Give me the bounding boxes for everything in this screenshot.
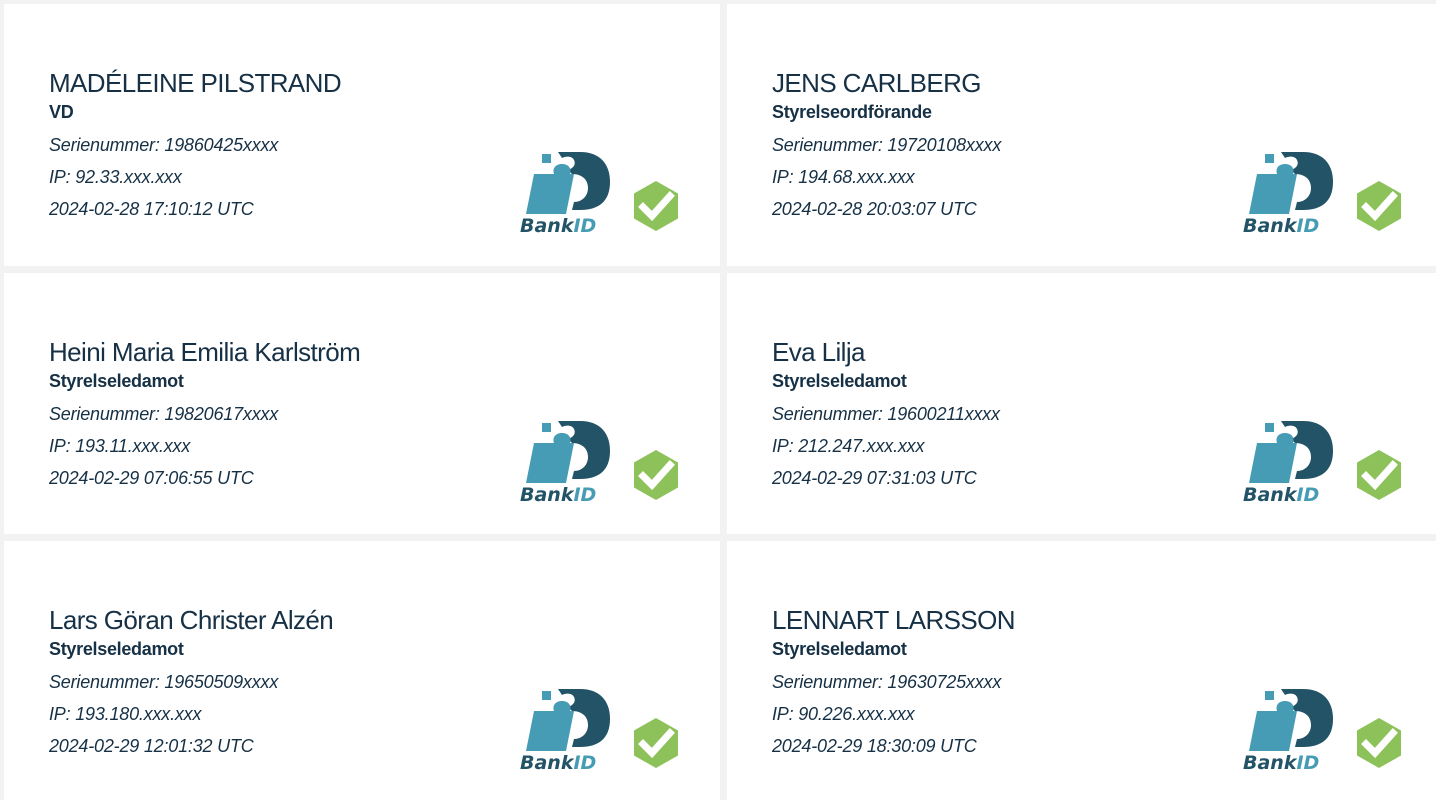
bankid-logo-text: BankID xyxy=(520,752,596,771)
signer-role: Styrelseledamot xyxy=(49,639,184,659)
signature-card: LENNART LARSSON Styrelseledamot Serienum… xyxy=(727,541,1436,800)
signer-timestamp: 2024-02-29 12:01:32 UTC xyxy=(49,736,254,756)
bankid-logo-text: BankID xyxy=(1243,484,1319,503)
bankid-logo: BankID xyxy=(1243,152,1333,234)
verified-check-icon xyxy=(1357,718,1401,768)
signer-ip: IP: 193.11.xxx.xxx xyxy=(49,436,191,456)
signer-info: Heini Maria Emilia Karlström Styrelseled… xyxy=(49,337,361,494)
verified-check-icon xyxy=(1357,181,1401,231)
signer-ip: IP: 194.68.xxx.xxx xyxy=(772,167,915,187)
signer-role: Styrelseordförande xyxy=(772,102,932,122)
signer-role: Styrelseledamot xyxy=(772,639,907,659)
signer-serial-number: Serienummer: 19820617xxxx xyxy=(49,404,279,424)
signer-info: MADÉLEINE PILSTRAND VD Serienummer: 1986… xyxy=(49,68,342,225)
bankid-logo-text: BankID xyxy=(1243,752,1319,771)
signer-timestamp: 2024-02-29 07:31:03 UTC xyxy=(772,468,977,488)
signature-card: Heini Maria Emilia Karlström Styrelseled… xyxy=(4,273,720,534)
signer-timestamp: 2024-02-28 20:03:07 UTC xyxy=(772,199,977,219)
bankid-logo-text: BankID xyxy=(520,484,596,503)
signer-serial-number: Serienummer: 19630725xxxx xyxy=(772,672,1002,692)
signer-name: JENS CARLBERG xyxy=(772,68,982,98)
signature-card: JENS CARLBERG Styrelseordförande Serienu… xyxy=(727,4,1436,266)
signer-info: Eva Lilja Styrelseledamot Serienummer: 1… xyxy=(772,337,1000,494)
verified-check-icon xyxy=(634,450,678,500)
signer-name: Lars Göran Christer Alzén xyxy=(49,605,334,635)
signer-timestamp: 2024-02-28 17:10:12 UTC xyxy=(49,199,254,219)
signer-info: LENNART LARSSON Styrelseledamot Serienum… xyxy=(772,605,1016,762)
signer-ip: IP: 90.226.xxx.xxx xyxy=(772,704,915,724)
signature-card: Eva Lilja Styrelseledamot Serienummer: 1… xyxy=(727,273,1436,534)
verified-check-icon xyxy=(1357,450,1401,500)
signatures-grid: MADÉLEINE PILSTRAND VD Serienummer: 1986… xyxy=(0,0,1436,800)
signature-card: Lars Göran Christer Alzén Styrelseledamo… xyxy=(4,541,720,800)
signer-info: Lars Göran Christer Alzén Styrelseledamo… xyxy=(49,605,334,762)
bankid-logo: BankID xyxy=(1243,689,1333,771)
signer-serial-number: Serienummer: 19600211xxxx xyxy=(772,404,1000,424)
signer-info: JENS CARLBERG Styrelseordförande Serienu… xyxy=(772,68,1001,225)
bankid-logo: BankID xyxy=(520,152,610,234)
bankid-logo: BankID xyxy=(520,689,610,771)
signer-ip: IP: 193.180.xxx.xxx xyxy=(49,704,202,724)
signer-ip: IP: 92.33.xxx.xxx xyxy=(49,167,182,187)
bankid-logo: BankID xyxy=(520,421,610,503)
signer-name: LENNART LARSSON xyxy=(772,605,1016,635)
signer-role: Styrelseledamot xyxy=(49,371,184,391)
signer-timestamp: 2024-02-29 18:30:09 UTC xyxy=(772,736,977,756)
signer-role: VD xyxy=(49,102,74,122)
signer-serial-number: Serienummer: 19650509xxxx xyxy=(49,672,279,692)
signer-ip: IP: 212.247.xxx.xxx xyxy=(772,436,925,456)
signer-serial-number: Serienummer: 19720108xxxx xyxy=(772,135,1002,155)
signer-name: MADÉLEINE PILSTRAND xyxy=(49,68,342,98)
signer-timestamp: 2024-02-29 07:06:55 UTC xyxy=(49,468,254,488)
signer-role: Styrelseledamot xyxy=(772,371,907,391)
signer-serial-number: Serienummer: 19860425xxxx xyxy=(49,135,279,155)
signer-name: Heini Maria Emilia Karlström xyxy=(49,337,361,367)
signer-name: Eva Lilja xyxy=(772,337,865,367)
verified-check-icon xyxy=(634,181,678,231)
bankid-logo-text: BankID xyxy=(1243,215,1319,234)
signature-card: MADÉLEINE PILSTRAND VD Serienummer: 1986… xyxy=(4,4,720,266)
bankid-logo-text: BankID xyxy=(520,215,596,234)
verified-check-icon xyxy=(634,718,678,768)
bankid-logo: BankID xyxy=(1243,421,1333,503)
